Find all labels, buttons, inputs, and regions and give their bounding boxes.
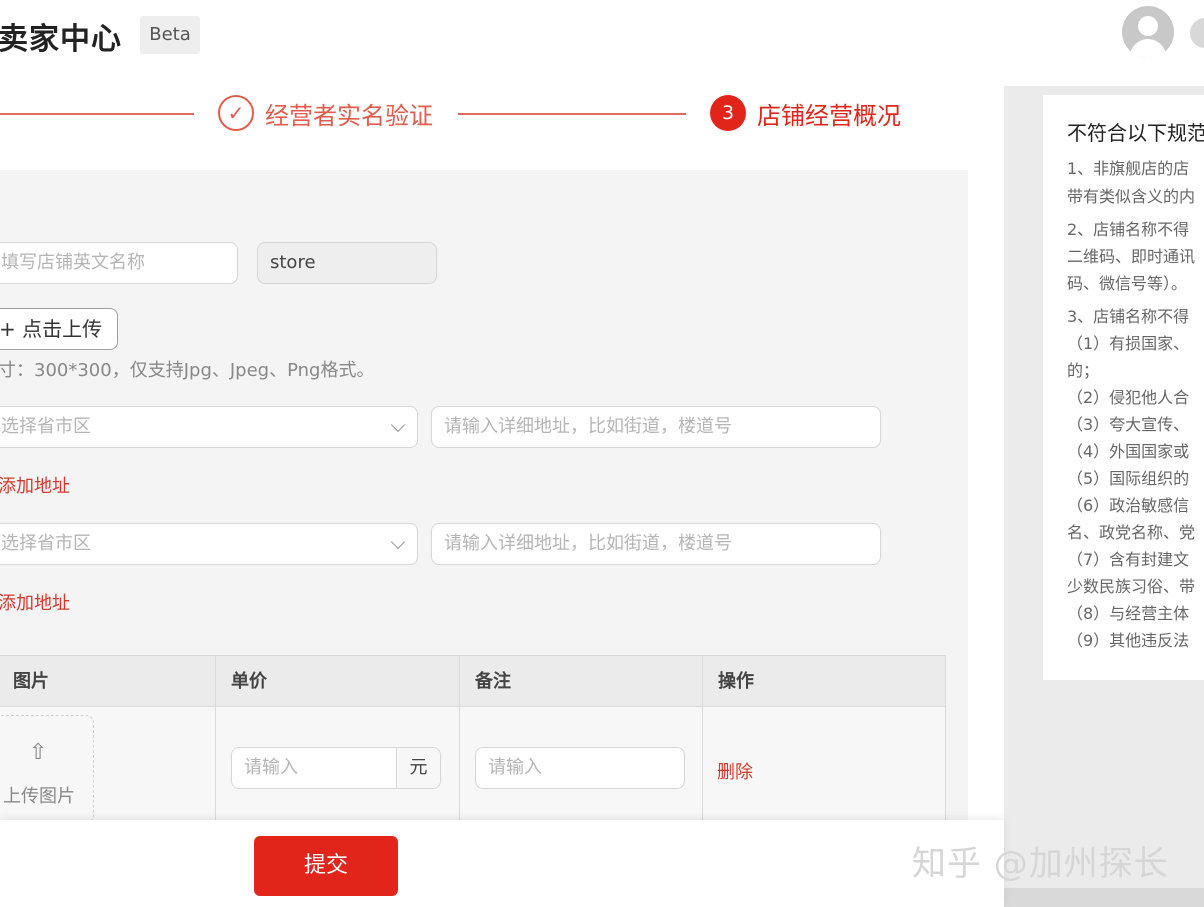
upload-image-label: 上传图片: [3, 786, 75, 807]
seller-center-page: 卖家中心 Beta ✓ 经营者实名验证 3 店铺经营概况 不符合以下规范 1、非…: [0, 0, 1204, 907]
rule-line: 的；: [1067, 361, 1100, 380]
table-row: [0, 707, 946, 835]
rule-line: （8）与经营主体: [1067, 604, 1190, 623]
rule-line: 带有类似含义的内: [1067, 187, 1196, 206]
rules-panel-bottom: [1004, 888, 1204, 907]
rule-line: 名、政党名称、党: [1067, 523, 1196, 542]
step-connector-2: [458, 113, 686, 115]
watermark: 知乎 @加州探长: [912, 844, 1169, 884]
rules-title: 不符合以下规范: [1067, 121, 1204, 145]
chevron-down-icon: [390, 534, 406, 550]
region-select-1[interactable]: 选择省市区: [0, 406, 418, 448]
store-name-rules-card: 不符合以下规范 1、非旗舰店的店 带有类似含义的内 2、店铺名称不得 二维码、即…: [1043, 95, 1204, 680]
rule-line: 二维码、即时通讯: [1067, 247, 1196, 266]
region-select-2[interactable]: 选择省市区: [0, 523, 418, 565]
detail-address-input-2[interactable]: 请输入详细地址，比如街道，楼道号: [431, 523, 881, 565]
beta-badge: Beta: [140, 16, 200, 54]
logo-upload-button[interactable]: + 点击上传: [0, 308, 118, 350]
rule-line: 少数民族习俗、带: [1067, 577, 1196, 596]
rule-line: （3）夸大宣传、: [1067, 415, 1190, 434]
app-title: 卖家中心: [0, 22, 122, 57]
step-2-label: 经营者实名验证: [265, 102, 433, 130]
rule-line: （1）有损国家、: [1067, 334, 1190, 353]
step-3-label: 店铺经营概况: [757, 102, 901, 130]
rule-line: 码、微信号等）。: [1067, 274, 1188, 293]
avatar-body: [1130, 39, 1166, 58]
add-address-link-1[interactable]: 添加地址: [0, 472, 70, 498]
user-avatar-icon[interactable]: [1122, 6, 1174, 58]
region-select-placeholder: 选择省市区: [1, 416, 91, 437]
region-select-placeholder: 选择省市区: [1, 533, 91, 554]
detail-address-input-1[interactable]: 请输入详细地址，比如街道，楼道号: [431, 406, 881, 448]
english-store-name-input[interactable]: 填写店铺英文名称: [0, 242, 238, 284]
rule-line: 2、店铺名称不得: [1067, 220, 1190, 239]
image-upload-box[interactable]: ⇧ 上传图片: [0, 715, 94, 823]
note-input[interactable]: 请输入: [475, 747, 685, 789]
column-divider: [459, 655, 460, 835]
rule-line: （5）国际组织的: [1067, 469, 1190, 488]
column-header-action: 操作: [718, 671, 754, 692]
unit-price-input[interactable]: 请输入 元: [231, 747, 441, 789]
submit-button[interactable]: 提交: [254, 836, 398, 896]
price-placeholder: 请输入: [244, 757, 298, 778]
upload-hint: 寸：300*300，仅支持Jpg、Jpeg、Png格式。: [0, 360, 375, 381]
avatar-head: [1138, 16, 1158, 36]
rule-line: （2）侵犯他人合: [1067, 388, 1190, 407]
column-divider: [702, 655, 703, 835]
rule-line: 1、非旗舰店的店: [1067, 159, 1190, 178]
table-header: 图片 单价 备注 操作: [0, 655, 946, 707]
column-header-image: 图片: [13, 671, 49, 692]
header-menu-icon[interactable]: [1190, 18, 1204, 48]
chevron-down-icon: [390, 417, 406, 433]
rule-line: （7）含有封建文: [1067, 550, 1190, 569]
step-connector-1: [0, 113, 194, 115]
step-2-check-icon: ✓: [218, 95, 254, 131]
delete-row-link[interactable]: 删除: [717, 758, 753, 784]
price-unit: 元: [396, 748, 440, 788]
product-table: 图片 单价 备注 操作 ⇧ 上传图片: [0, 655, 946, 835]
column-header-price: 单价: [231, 671, 267, 692]
footer-bar: [0, 820, 1004, 907]
rule-line: 3、店铺名称不得: [1067, 307, 1190, 326]
step-3-number: 3: [710, 95, 746, 131]
upload-icon: ⇧: [29, 740, 48, 765]
rule-line: （9）其他违反法: [1067, 631, 1190, 650]
add-address-link-2[interactable]: 添加地址: [0, 589, 70, 615]
column-header-note: 备注: [475, 671, 511, 692]
store-suffix-field: store: [257, 242, 437, 284]
column-divider: [215, 655, 216, 835]
rule-line: （4）外国国家或: [1067, 442, 1190, 461]
rule-line: （6）政治敏感信: [1067, 496, 1190, 515]
